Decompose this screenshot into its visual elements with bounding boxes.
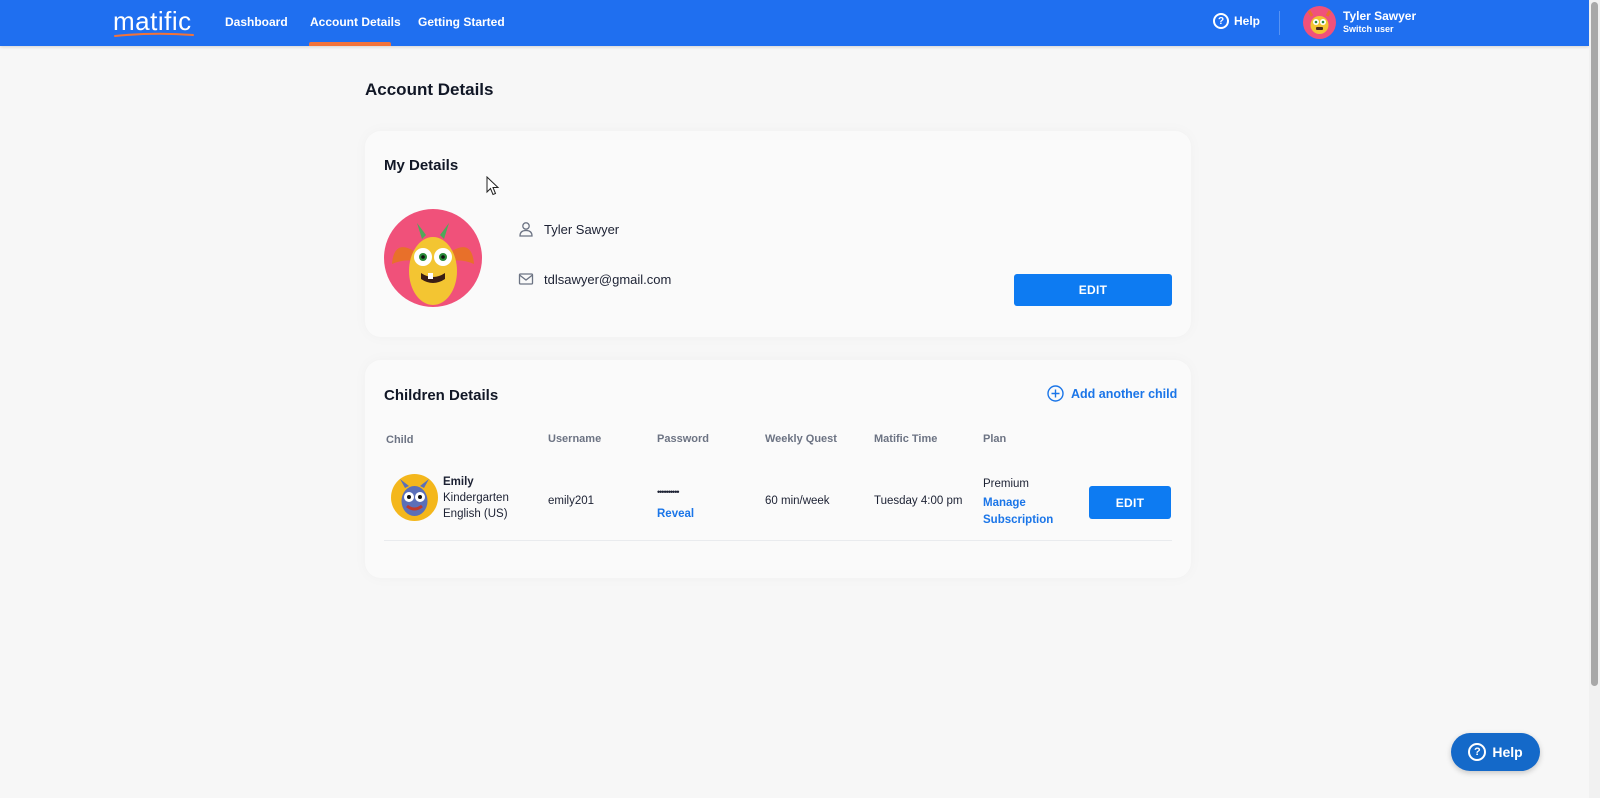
cursor-icon xyxy=(486,176,500,196)
nav-account-details[interactable]: Account Details xyxy=(310,15,401,29)
my-email-row: tdlsawyer@gmail.com xyxy=(518,271,671,287)
plus-circle-icon xyxy=(1047,385,1064,402)
switch-user-link[interactable]: Switch user xyxy=(1343,24,1394,34)
my-details-card: My Details Tyler Sawyer tdlsawyer@gmail.… xyxy=(365,131,1191,337)
child-password: •••••••••• xyxy=(657,487,679,497)
user-avatar[interactable] xyxy=(1303,6,1336,39)
child-matific-time: Tuesday 4:00 pm xyxy=(874,495,963,507)
top-help-link[interactable]: ? Help xyxy=(1213,13,1260,29)
column-header-weekly-quest: Weekly Quest xyxy=(765,433,837,445)
child-info: Emily Kindergarten English (US) xyxy=(443,476,509,520)
nav-dashboard[interactable]: Dashboard xyxy=(225,15,288,29)
page-title: Account Details xyxy=(365,80,494,99)
child-plan: Premium xyxy=(983,478,1030,490)
children-details-card: Children Details Add another child Child… xyxy=(365,360,1191,578)
mail-icon xyxy=(518,273,534,285)
scrollbar-thumb[interactable] xyxy=(1591,2,1598,686)
top-help-label: Help xyxy=(1234,14,1261,28)
child-avatar xyxy=(391,474,438,521)
column-header-matific-time: Matific Time xyxy=(874,433,938,445)
nav-active-indicator xyxy=(309,42,391,46)
help-icon: ? xyxy=(1213,13,1229,29)
child-username: emily201 xyxy=(548,495,595,507)
child-language: English (US) xyxy=(443,508,508,520)
manage-subscription-line1: Manage xyxy=(983,497,1026,509)
scrollbar[interactable] xyxy=(1589,0,1600,798)
children-details-title: Children Details xyxy=(384,387,499,404)
edit-child-button[interactable]: EDIT xyxy=(1089,486,1171,519)
monster-avatar-icon xyxy=(392,223,474,305)
monster-avatar-icon xyxy=(1307,10,1332,34)
column-header-child: Child xyxy=(386,434,414,446)
column-header-username: Username xyxy=(548,433,602,445)
profile-avatar xyxy=(384,209,482,307)
child-name: Emily xyxy=(443,476,474,488)
user-name[interactable]: Tyler Sawyer xyxy=(1343,9,1416,23)
my-details-title: My Details xyxy=(384,157,459,174)
add-child-button[interactable]: Add another child xyxy=(1047,385,1177,402)
user-icon xyxy=(519,222,533,237)
nav-divider xyxy=(1279,11,1280,35)
column-header-plan: Plan xyxy=(983,433,1007,445)
nav-getting-started[interactable]: Getting Started xyxy=(418,15,505,29)
column-header-password: Password xyxy=(657,433,709,445)
top-navigation-bar: matific Dashboard Account Details Gettin… xyxy=(0,0,1589,46)
my-name-row: Tyler Sawyer xyxy=(518,221,619,237)
help-icon: ? xyxy=(1468,743,1487,761)
my-name: Tyler Sawyer xyxy=(544,221,620,237)
child-grade: Kindergarten xyxy=(443,492,509,504)
logo-swoosh xyxy=(114,32,194,37)
manage-subscription-line2: Subscription xyxy=(983,514,1054,526)
add-child-label: Add another child xyxy=(1071,386,1178,401)
edit-my-details-button[interactable]: EDIT xyxy=(1014,274,1172,306)
floating-help-label: Help xyxy=(1492,744,1523,760)
floating-help-button[interactable]: ? Help xyxy=(1451,733,1540,771)
my-email: tdlsawyer@gmail.com xyxy=(544,271,672,287)
manage-subscription-link[interactable]: Manage Subscription xyxy=(983,495,1053,529)
reveal-password-link[interactable]: Reveal xyxy=(657,508,694,520)
table-row-divider xyxy=(384,540,1172,541)
child-weekly-quest: 60 min/week xyxy=(765,495,830,507)
monster-avatar-icon xyxy=(400,479,429,516)
